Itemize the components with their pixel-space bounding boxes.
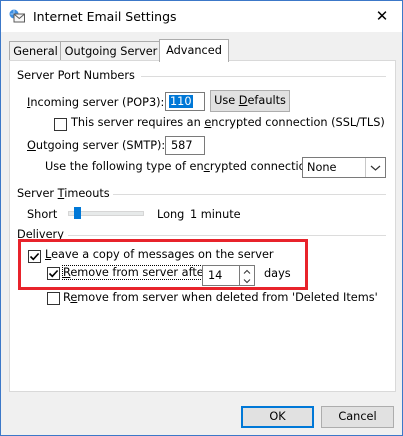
encryption-type-value: None — [307, 161, 337, 174]
timeout-slider-thumb[interactable] — [74, 207, 81, 219]
tab-advanced[interactable]: Advanced — [159, 39, 229, 62]
remove-when-deleted-checkbox[interactable] — [47, 292, 60, 305]
tab-outgoing-server[interactable]: Outgoing Server — [60, 41, 162, 61]
close-button[interactable]: ✕ — [373, 7, 391, 25]
timeout-value: 1 minute — [190, 208, 241, 221]
group-divider — [68, 235, 386, 236]
ssl-incoming-checkbox[interactable] — [54, 118, 67, 131]
remove-when-deleted-label: Remove from server when deleted from 'De… — [63, 291, 378, 304]
group-divider — [113, 194, 386, 195]
timeouts-group-label: Server Timeouts — [17, 187, 110, 200]
title-bar[interactable]: Internet Email Settings ✕ — [1, 1, 402, 32]
server-ports-group-label: Server Port Numbers — [17, 69, 135, 82]
outgoing-port-input[interactable]: 587 — [165, 136, 205, 155]
advanced-panel: Server Port Numbers Incoming server (POP… — [9, 60, 396, 392]
envelope-globe-icon — [9, 9, 25, 23]
tab-label: Outgoing Server — [64, 45, 158, 58]
group-divider — [141, 76, 386, 77]
tab-general[interactable]: General — [9, 41, 62, 61]
encryption-type-label: Use the following type of encrypted conn… — [45, 160, 317, 173]
use-defaults-button[interactable]: Use Defaults — [210, 90, 290, 112]
tab-label: Advanced — [166, 44, 222, 57]
cancel-button[interactable]: Cancel — [321, 406, 394, 428]
outgoing-server-label: Outgoing server (SMTP): — [27, 139, 166, 152]
ok-button[interactable]: OK — [241, 406, 314, 428]
window-title: Internet Email Settings — [33, 9, 177, 24]
tab-label: General — [13, 45, 58, 58]
incoming-port-input[interactable]: 110 — [165, 92, 205, 111]
timeout-long-label: Long — [157, 208, 185, 221]
chevron-down-icon — [365, 158, 385, 177]
dialog-window: Internet Email Settings ✕ General Outgoi… — [0, 0, 403, 436]
highlight-box — [18, 239, 308, 290]
timeout-short-label: Short — [27, 208, 58, 221]
ssl-incoming-label: This server requires an encrypted connec… — [71, 116, 385, 129]
close-icon: ✕ — [375, 7, 389, 25]
encryption-type-select[interactable]: None — [302, 157, 386, 178]
incoming-server-label: Incoming server (POP3): — [27, 96, 165, 109]
